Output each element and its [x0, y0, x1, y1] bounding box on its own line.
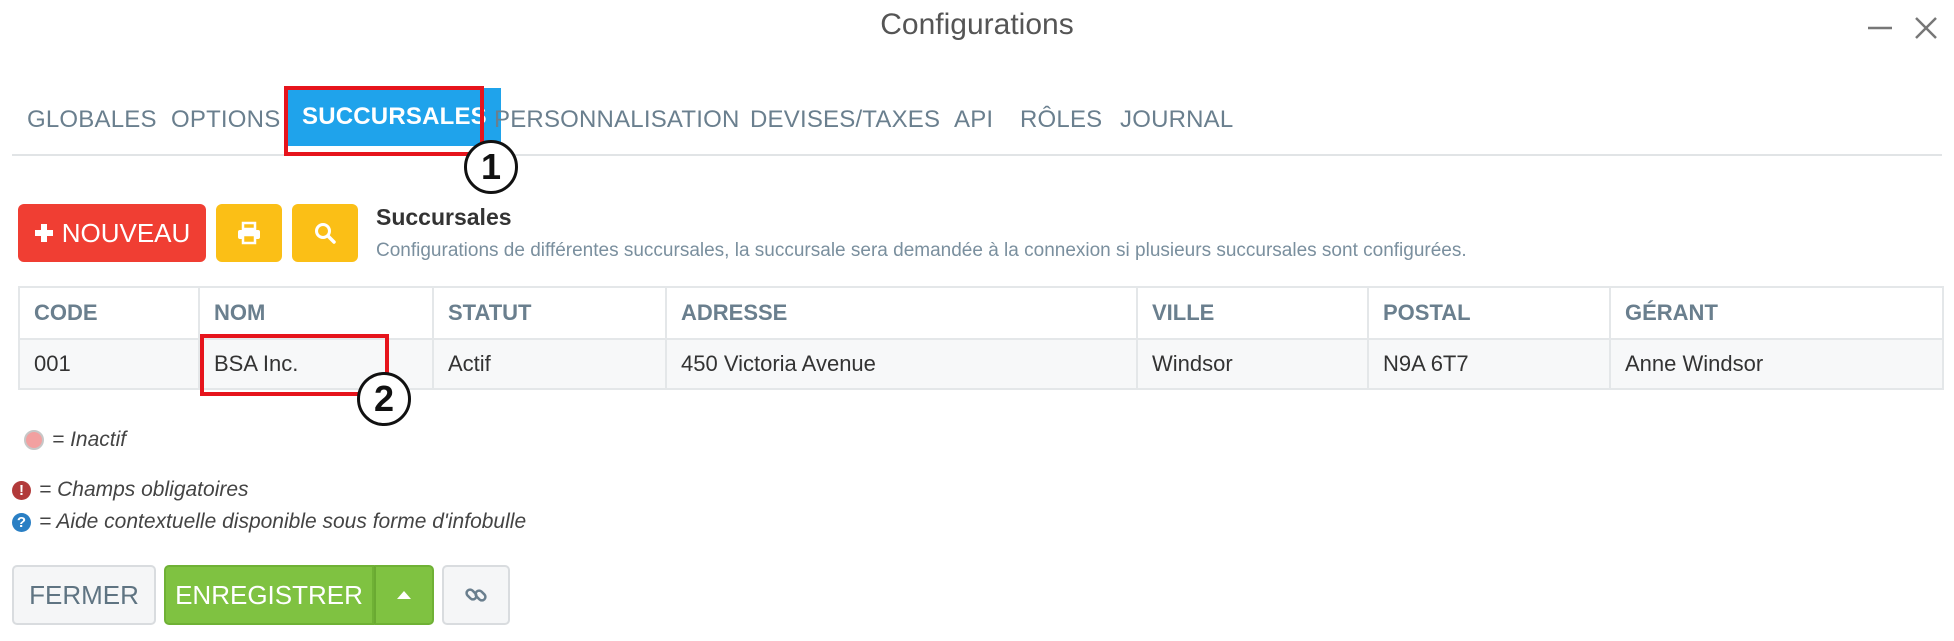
legend-required-text: = Champs obligatoires [39, 478, 249, 501]
save-options-button[interactable] [374, 565, 434, 625]
window-title: Configurations [880, 8, 1074, 41]
minimize-icon[interactable] [1862, 10, 1898, 46]
column-header-statut[interactable]: STATUT [432, 286, 667, 340]
annotation-marker-1: 1 [464, 140, 518, 194]
section-title: Succursales [376, 204, 512, 230]
save-button[interactable]: ENREGISTRER [164, 565, 374, 625]
cell-adresse: 450 Victoria Avenue [665, 338, 1138, 390]
close-button[interactable]: FERMER [12, 565, 156, 625]
link-icon [465, 588, 487, 602]
cell-code: 001 [18, 338, 200, 390]
tab-personnalisation[interactable]: PERSONNALISATION [494, 106, 739, 134]
tab-options[interactable]: OPTIONS [171, 106, 280, 134]
close-icon[interactable] [1908, 10, 1944, 46]
tab-roles[interactable]: RÔLES [1020, 106, 1102, 134]
column-header-ville[interactable]: VILLE [1136, 286, 1369, 340]
print-button[interactable] [216, 204, 282, 262]
new-button[interactable]: NOUVEAU [18, 204, 206, 262]
legend-help: ? = Aide contextuelle disponible sous fo… [12, 510, 526, 534]
cell-gerant: Anne Windsor [1609, 338, 1944, 390]
tab-globales[interactable]: GLOBALES [27, 106, 157, 134]
legend-inactive: = Inactif [12, 428, 126, 452]
column-header-postal[interactable]: POSTAL [1367, 286, 1611, 340]
new-button-label: NOUVEAU [61, 217, 191, 248]
tab-devises-taxes[interactable]: DEVISES/TAXES [750, 106, 940, 134]
cell-statut: Actif [432, 338, 667, 390]
legend-inactive-text: = Inactif [52, 428, 127, 451]
tab-api[interactable]: API [954, 106, 993, 134]
table-header-row: CODE NOM STATUT ADRESSE VILLE POSTAL GÉR… [18, 286, 1944, 340]
annotation-marker-2: 2 [357, 372, 411, 426]
question-icon: ? [12, 512, 31, 532]
legend-required: ! = Champs obligatoires [12, 478, 249, 502]
section-description: Configurations de différentes succursale… [376, 240, 1467, 261]
annotation-box-1 [284, 86, 484, 156]
column-header-code[interactable]: CODE [18, 286, 200, 340]
print-icon [238, 221, 260, 245]
column-header-adresse[interactable]: ADRESSE [665, 286, 1138, 340]
search-icon [315, 223, 336, 244]
plus-icon [34, 224, 53, 242]
caret-up-icon [397, 591, 411, 599]
tab-journal[interactable]: JOURNAL [1120, 106, 1233, 134]
exclamation-icon: ! [12, 480, 31, 500]
cell-postal: N9A 6T7 [1367, 338, 1611, 390]
link-button[interactable] [442, 565, 510, 625]
cell-ville: Windsor [1136, 338, 1369, 390]
column-header-nom[interactable]: NOM [198, 286, 434, 340]
column-header-gerant[interactable]: GÉRANT [1609, 286, 1944, 340]
search-button[interactable] [292, 204, 358, 262]
legend-help-text: = Aide contextuelle disponible sous form… [39, 510, 527, 533]
inactive-dot-icon [24, 430, 44, 450]
